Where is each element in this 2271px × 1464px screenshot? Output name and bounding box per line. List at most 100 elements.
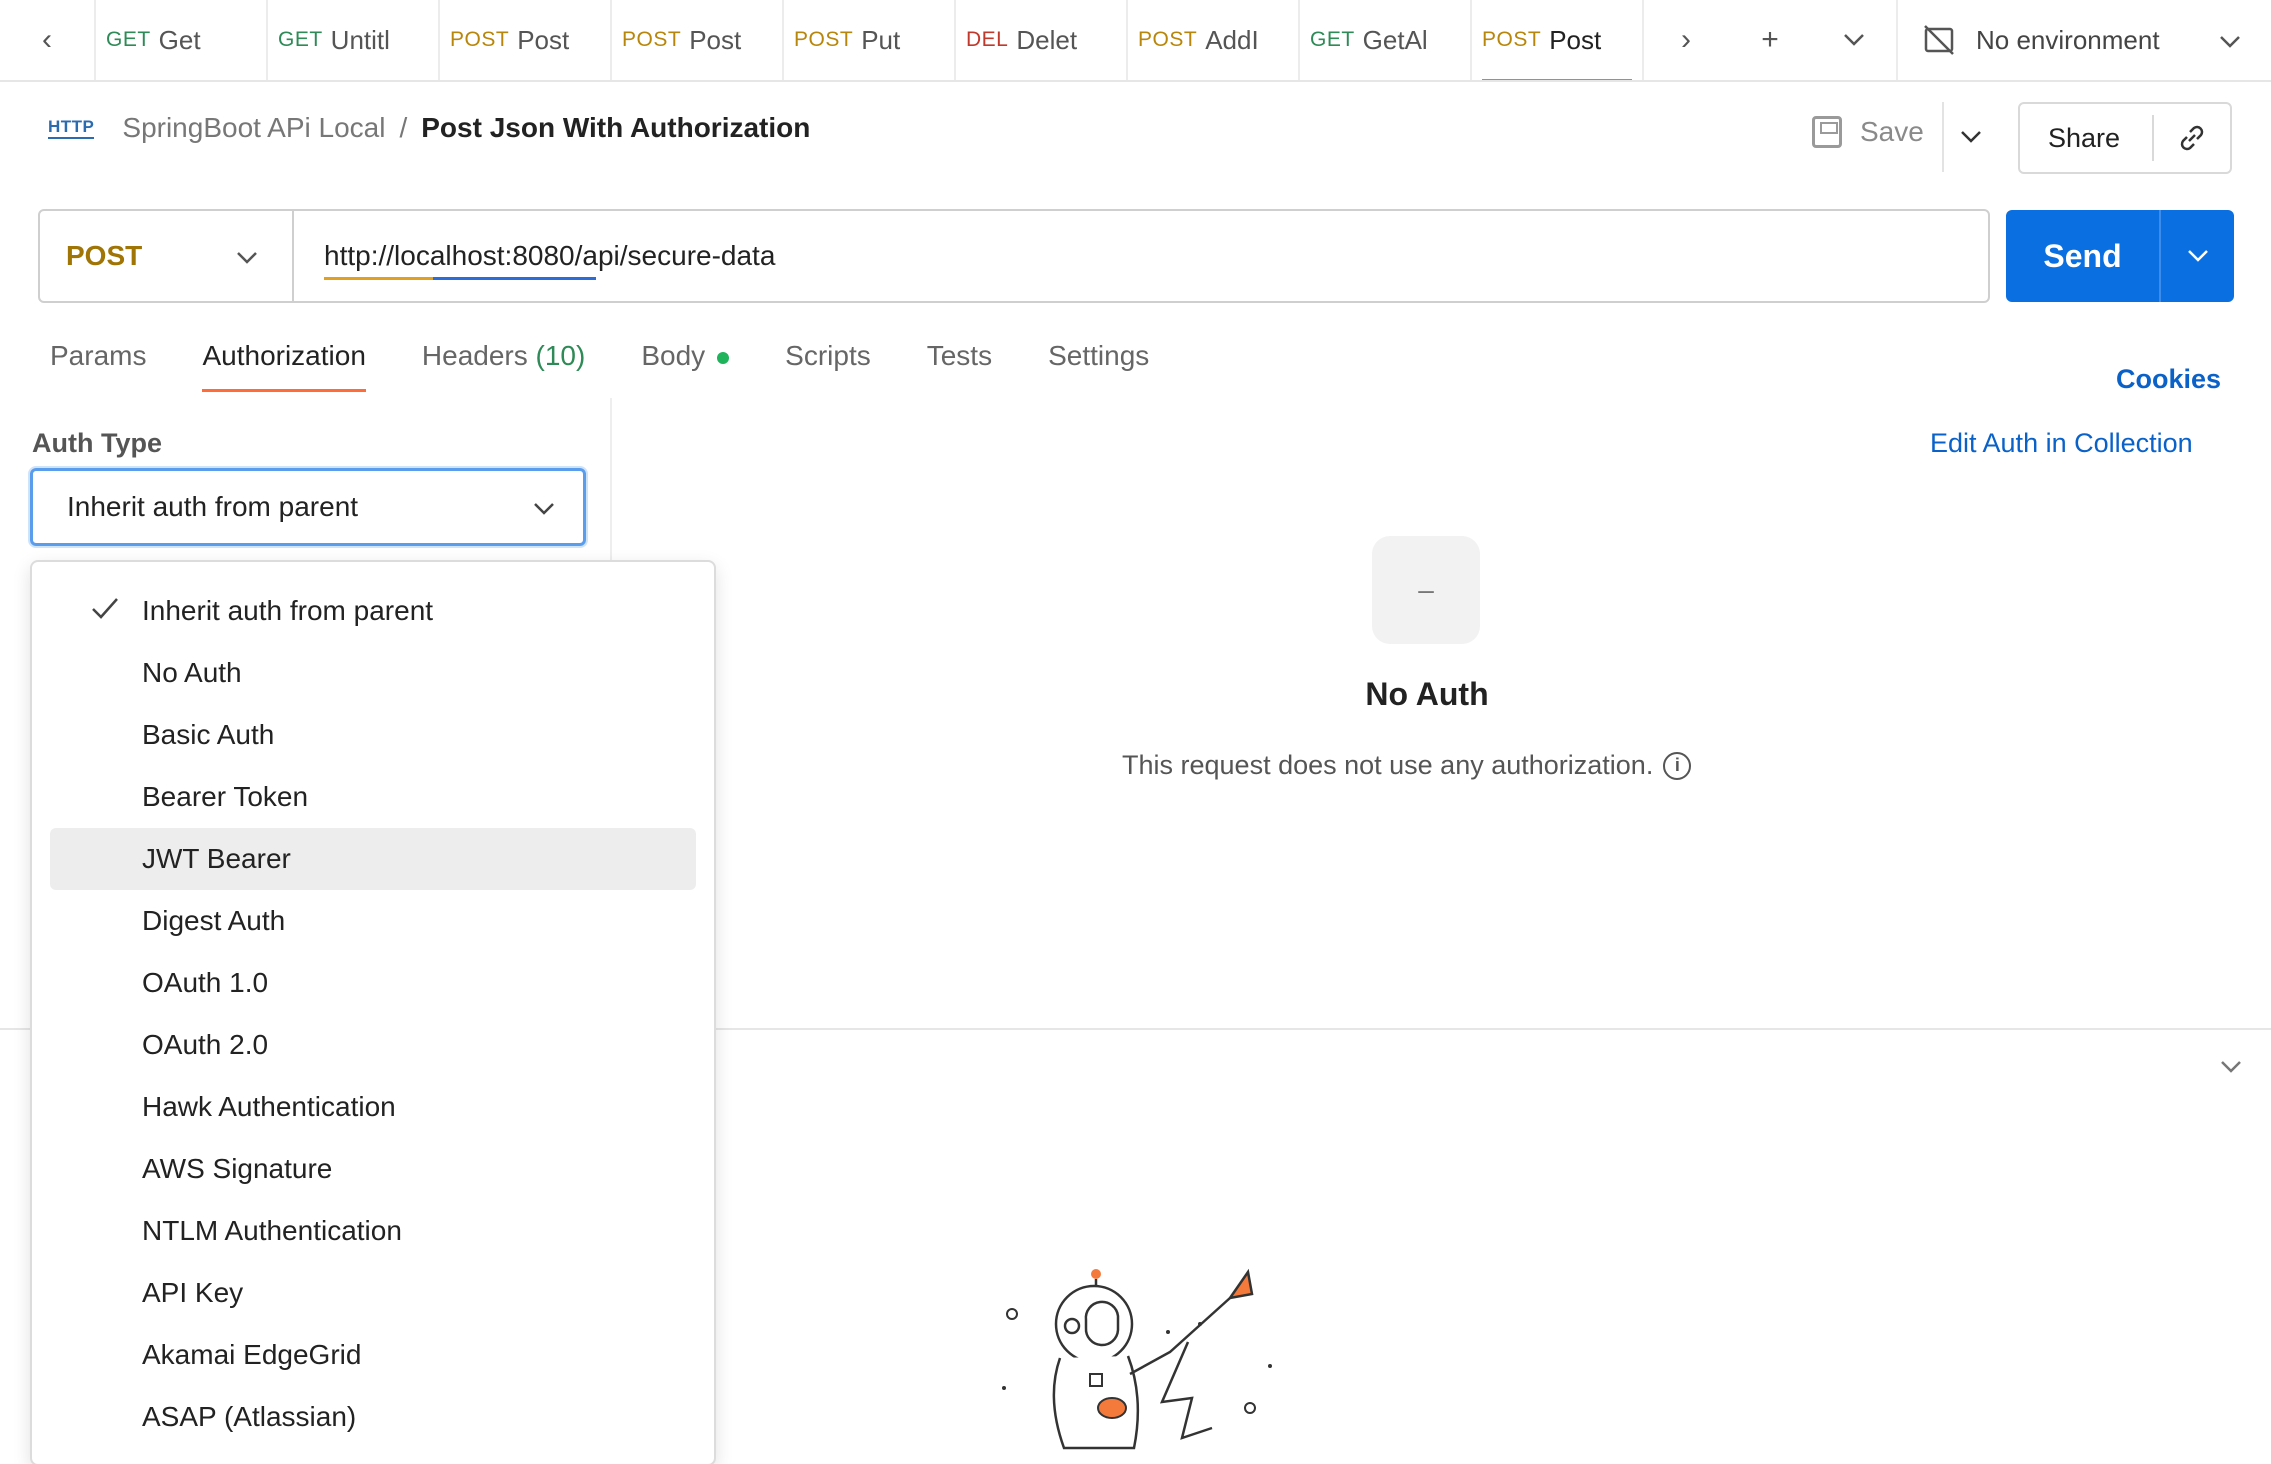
request-tab-method: POST (794, 28, 854, 51)
request-tab[interactable]: DEL Delet (956, 0, 1128, 80)
send-button[interactable]: Send (2006, 210, 2161, 302)
auth-option-label: NTLM Authentication (142, 1215, 402, 1246)
tab-headers[interactable]: Headers (10) (422, 340, 585, 392)
tab-params[interactable]: Params (50, 340, 146, 392)
auth-option-label: No Auth (142, 657, 242, 688)
tab-headers-count: (10) (535, 340, 586, 371)
auth-option[interactable]: API Key (50, 1262, 696, 1324)
tab-scripts[interactable]: Scripts (785, 340, 871, 392)
tabs-list: GET Get GET Untitl POST Post POST Post POST Put DE… (96, 0, 1644, 80)
auth-type-label: Auth Type (32, 428, 162, 458)
http-method-select[interactable]: POST (40, 211, 294, 301)
copy-link-icon[interactable] (2154, 121, 2230, 155)
method-chevron-down-icon (236, 240, 258, 272)
request-tab-method: POST (1482, 28, 1542, 51)
request-tab[interactable]: POST Post (612, 0, 784, 80)
request-tab-method: DEL (966, 28, 1009, 51)
tab-body-label: Body (641, 340, 706, 371)
request-tab-bar: ‹ GET Get GET Untitl POST Post POST Post POST Put… (0, 0, 2271, 82)
checkmark-icon (92, 598, 118, 619)
request-title[interactable]: Post Json With Authorization (421, 112, 810, 144)
auth-option[interactable]: JWT Bearer (50, 828, 696, 890)
url-bar: POST http://localhost:8080/api/secure-da… (38, 209, 1990, 303)
auth-option[interactable]: Basic Auth (50, 704, 696, 766)
auth-type-select[interactable]: Inherit auth from parent (30, 468, 586, 546)
save-button[interactable]: Save (1812, 116, 1924, 148)
auth-option[interactable]: Bearer Token (50, 766, 696, 828)
auth-option-label: Bearer Token (142, 781, 309, 812)
environment-selector[interactable]: No environment (1898, 23, 2271, 57)
auth-option[interactable]: OAuth 2.0 (50, 1014, 696, 1076)
request-tab-name: Post (689, 24, 742, 55)
tabs-scroll-left-icon[interactable]: ‹ (0, 0, 96, 80)
save-icon (1812, 116, 1842, 148)
no-auth-description: This request does not use any authorizat… (1122, 750, 1692, 781)
breadcrumb-separator: / (399, 112, 408, 143)
no-auth-icon: – (1372, 536, 1480, 644)
tabs-menu-chevron-down-icon[interactable] (1812, 0, 1896, 80)
tab-headers-label: Headers (421, 340, 528, 371)
http-request-icon: HTTP (48, 117, 95, 139)
no-auth-title: No Auth (1365, 676, 1489, 712)
environment-chevron-down-icon (2219, 25, 2241, 56)
send-options-chevron-down-icon[interactable] (2161, 242, 2234, 270)
send-button-group: Send (2006, 210, 2234, 302)
url-value: http://localhost:8080/api/secure-data (324, 240, 776, 271)
url-input[interactable]: http://localhost:8080/api/secure-data (294, 240, 776, 280)
auth-option[interactable]: Inherit auth from parent (50, 580, 696, 642)
request-tab-name: Get (158, 24, 201, 55)
request-tab[interactable]: POST Put (784, 0, 956, 80)
edit-auth-in-collection-link[interactable]: Edit Auth in Collection (1930, 428, 2193, 459)
request-tab[interactable]: POST AddI (1128, 0, 1300, 80)
request-tab-name: AddI (1205, 24, 1259, 55)
auth-option-label: JWT Bearer (142, 843, 291, 874)
request-tab-method: GET (278, 28, 323, 51)
share-button[interactable]: Share (2020, 115, 2154, 161)
auth-option[interactable]: Hawk Authentication (50, 1076, 696, 1138)
tab-body[interactable]: Body (641, 340, 730, 392)
request-tab-method: POST (450, 28, 510, 51)
no-auth-description-text: This request does not use any authorizat… (1122, 750, 1654, 780)
auth-option[interactable]: Akamai EdgeGrid (50, 1324, 696, 1386)
auth-option-label: Hawk Authentication (142, 1091, 396, 1122)
save-divider (1942, 102, 1944, 172)
request-tab-method: POST (1138, 28, 1198, 51)
request-tab-name: Put (861, 24, 901, 55)
save-label: Save (1860, 116, 1924, 147)
response-collapse-chevron-icon[interactable] (2220, 1050, 2242, 1081)
breadcrumb: HTTP SpringBoot APi Local / Post Json Wi… (48, 112, 810, 144)
request-tab-method: POST (622, 28, 682, 51)
tab-tests[interactable]: Tests (927, 340, 992, 392)
breadcrumb-collection[interactable]: SpringBoot APi Local (122, 112, 385, 144)
auth-type-chevron-down-icon (533, 491, 555, 523)
cookies-link[interactable]: Cookies (2116, 364, 2221, 395)
auth-option-label: ASAP (Atlassian) (142, 1401, 357, 1432)
auth-option[interactable]: ASAP (Atlassian) (50, 1386, 696, 1448)
http-method-value: POST (66, 240, 143, 271)
auth-option[interactable]: No Auth (50, 642, 696, 704)
save-options-chevron-down-icon[interactable] (1960, 120, 1982, 151)
tab-authorization[interactable]: Authorization (202, 340, 367, 392)
auth-option-label: API Key (142, 1277, 244, 1308)
request-tab[interactable]: POST Post (440, 0, 612, 80)
body-indicator-dot (717, 351, 730, 364)
request-tab-name: Untitl (330, 24, 390, 55)
info-icon[interactable]: i (1663, 751, 1692, 780)
auth-option[interactable]: OAuth 1.0 (50, 952, 696, 1014)
auth-option[interactable]: AWS Signature (50, 1138, 696, 1200)
auth-type-dropdown-menu: Inherit auth from parent No Auth Basic Aut… (30, 560, 716, 1464)
auth-option-label: Inherit auth from parent (142, 595, 434, 626)
postman-app: ‹ GET Get GET Untitl POST Post POST Post POST Put… (0, 0, 2271, 1464)
request-tab[interactable]: POST Post (1472, 0, 1644, 80)
request-tab[interactable]: GET GetAl (1300, 0, 1472, 80)
share-button-group: Share (2018, 102, 2232, 174)
tabs-scroll-right-icon[interactable]: › (1644, 0, 1728, 80)
request-tab-name: Delet (1016, 24, 1078, 55)
auth-option[interactable]: NTLM Authentication (50, 1200, 696, 1262)
tab-settings[interactable]: Settings (1048, 340, 1149, 392)
request-tab-name: Post (517, 24, 570, 55)
auth-option[interactable]: Digest Auth (50, 890, 696, 952)
request-tab[interactable]: GET Untitl (268, 0, 440, 80)
request-tab[interactable]: GET Get (96, 0, 268, 80)
new-tab-plus-icon[interactable]: + (1728, 0, 1812, 80)
